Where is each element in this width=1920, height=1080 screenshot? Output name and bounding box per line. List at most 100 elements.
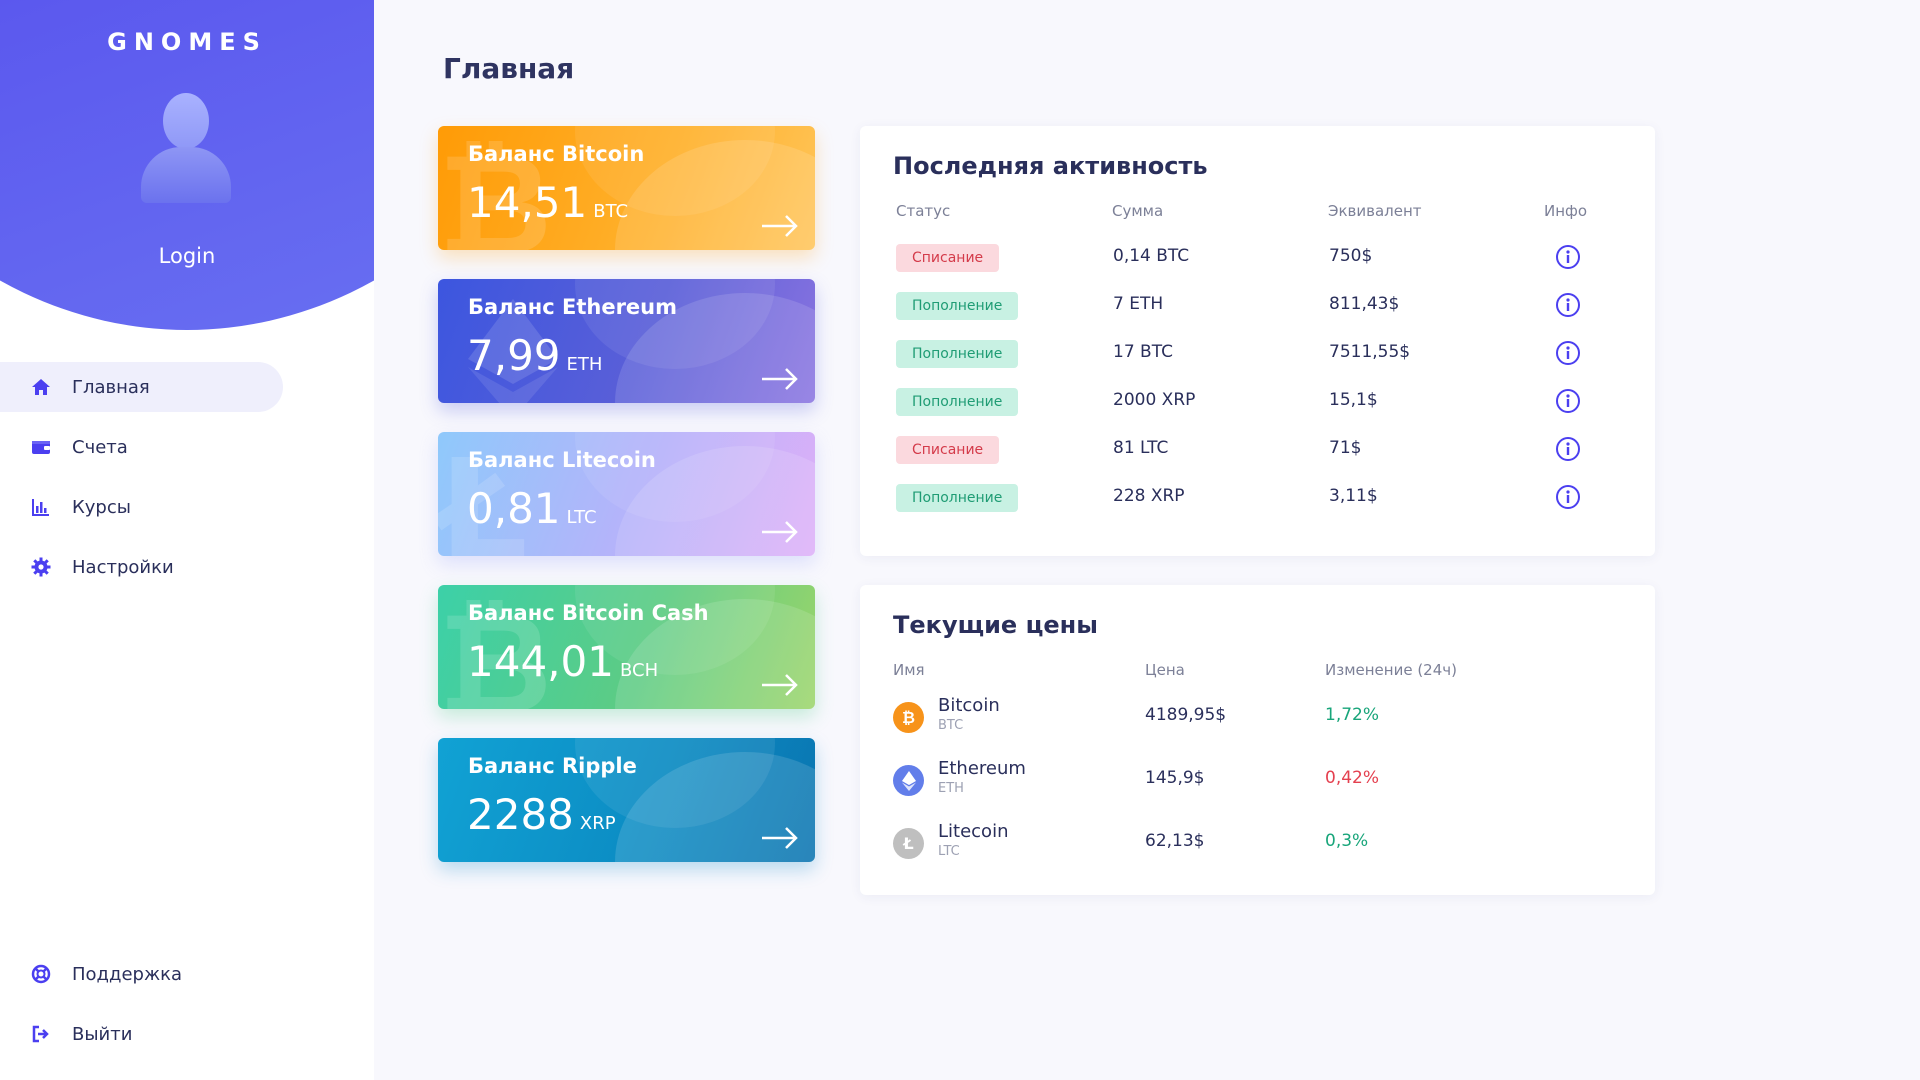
balance-title: Баланс Bitcoin Cash — [468, 601, 709, 625]
coin-code: LTC — [938, 844, 960, 859]
balance-title: Баланс Litecoin — [468, 448, 656, 472]
nav-item-label: Поддержка — [72, 963, 183, 985]
coin-code: BTC — [938, 718, 964, 733]
bitcoin-icon: ₿ — [893, 702, 924, 733]
price-cell: 4189,95$ — [1145, 705, 1227, 725]
ethereum-icon — [893, 765, 924, 796]
column-header-amount: Сумма — [1112, 202, 1164, 220]
equivalent-cell: 750$ — [1329, 246, 1373, 266]
chart-icon — [30, 496, 52, 518]
arrow-right-icon[interactable] — [762, 826, 798, 850]
change-cell: 0,42% — [1325, 768, 1380, 788]
equivalent-cell: 811,43$ — [1329, 294, 1400, 314]
balance-title: Баланс Bitcoin — [468, 142, 645, 166]
current-prices-panel: Текущие цены Имя Цена Изменение (24ч) ₿ … — [860, 585, 1655, 895]
info-icon[interactable] — [1555, 484, 1581, 510]
info-icon[interactable] — [1555, 244, 1581, 270]
activity-row: Пополнение 17 BTC 7511,55$ — [860, 332, 1655, 372]
amount-cell: 0,14 BTC — [1113, 246, 1190, 266]
balance-value: 144,01 BCH — [467, 637, 659, 686]
status-badge: Списание — [896, 244, 1000, 272]
balance-title: Баланс Ripple — [468, 754, 637, 778]
info-icon[interactable] — [1555, 340, 1581, 366]
change-cell: 1,72% — [1325, 705, 1380, 725]
balance-title: Баланс Ethereum — [468, 295, 678, 319]
balance-card-bitcoin[interactable]: ₿ Баланс Bitcoin 14,51 BTC — [438, 126, 815, 250]
balance-value: 14,51 BTC — [467, 178, 629, 227]
info-icon[interactable] — [1555, 292, 1581, 318]
main-nav: Главная Счета Курсы Настройки — [0, 362, 374, 602]
balance-card-litecoin[interactable]: Ł Баланс Litecoin 0,81 LTC — [438, 432, 815, 556]
status-badge: Пополнение — [896, 388, 1019, 416]
info-icon[interactable] — [1555, 436, 1581, 462]
nav-item-label: Главная — [72, 376, 150, 398]
amount-cell: 17 BTC — [1113, 342, 1173, 362]
arrow-right-icon[interactable] — [762, 520, 798, 544]
nav-item-home[interactable]: Главная — [0, 362, 283, 412]
nav-item-logout[interactable]: Выйти — [0, 1009, 374, 1059]
nav-item-settings[interactable]: Настройки — [0, 542, 374, 592]
coin-name: Ethereum — [938, 758, 1026, 779]
amount-cell: 81 LTC — [1113, 438, 1169, 458]
nav-item-label: Курсы — [72, 496, 131, 518]
balance-value: 0,81 LTC — [467, 484, 597, 533]
nav-item-support[interactable]: Поддержка — [0, 949, 374, 999]
price-cell: 145,9$ — [1145, 768, 1205, 788]
arrow-right-icon[interactable] — [762, 214, 798, 238]
equivalent-cell: 71$ — [1329, 438, 1362, 458]
equivalent-cell: 3,11$ — [1329, 486, 1378, 506]
activity-row: Списание 81 LTC 71$ — [860, 428, 1655, 468]
user-login-link[interactable]: Login — [0, 244, 374, 268]
column-header-price: Цена — [1145, 661, 1185, 679]
brand-logo: GNOMES — [107, 28, 267, 56]
sidebar: GNOMES Login Главная Счета Курсы Настрой… — [0, 0, 374, 1080]
column-header-name: Имя — [893, 661, 925, 679]
amount-cell: 7 ETH — [1113, 294, 1164, 314]
arrow-right-icon[interactable] — [762, 673, 798, 697]
equivalent-cell: 7511,55$ — [1329, 342, 1411, 362]
amount-cell: 2000 XRP — [1113, 390, 1196, 410]
activity-row: Пополнение 228 XRP 3,11$ — [860, 476, 1655, 516]
litecoin-icon: Ł — [893, 828, 924, 859]
coin-name: Bitcoin — [938, 695, 1000, 716]
arrow-right-icon[interactable] — [762, 367, 798, 391]
nav-item-label: Настройки — [72, 556, 174, 578]
equivalent-cell: 15,1$ — [1329, 390, 1378, 410]
price-row[interactable]: Ethereum ETH 145,9$ 0,42% — [860, 758, 1655, 802]
coin-name: Litecoin — [938, 821, 1009, 842]
column-header-change: Изменение (24ч) — [1325, 661, 1457, 679]
price-row[interactable]: Ł Litecoin LTC 62,13$ 0,3% — [860, 821, 1655, 865]
amount-cell: 228 XRP — [1113, 486, 1185, 506]
activity-row: Пополнение 2000 XRP 15,1$ — [860, 380, 1655, 420]
balance-card-ripple[interactable]: Баланс Ripple 2288 XRP — [438, 738, 815, 862]
panel-title: Последняя активность — [893, 152, 1208, 180]
column-header-equivalent: Эквивалент — [1328, 202, 1422, 220]
balance-card-bitcoin-cash[interactable]: ₿ Баланс Bitcoin Cash 144,01 BCH — [438, 585, 815, 709]
secondary-nav: Поддержка Выйти — [0, 949, 374, 1069]
home-icon — [30, 376, 52, 398]
nav-item-label: Выйти — [72, 1023, 133, 1045]
balance-value: 7,99 ETH — [467, 331, 603, 380]
status-badge: Пополнение — [896, 292, 1019, 320]
logout-icon — [30, 1023, 52, 1045]
activity-row: Списание 0,14 BTC 750$ — [860, 236, 1655, 276]
price-cell: 62,13$ — [1145, 831, 1205, 851]
balance-value: 2288 XRP — [467, 790, 616, 839]
column-header-status: Статус — [896, 202, 951, 220]
lifebuoy-icon — [30, 963, 52, 985]
status-badge: Списание — [896, 436, 1000, 464]
status-badge: Пополнение — [896, 484, 1019, 512]
info-icon[interactable] — [1555, 388, 1581, 414]
column-header-info: Инфо — [1544, 202, 1588, 220]
activity-row: Пополнение 7 ETH 811,43$ — [860, 284, 1655, 324]
avatar-icon[interactable] — [141, 91, 231, 203]
nav-item-rates[interactable]: Курсы — [0, 482, 374, 532]
panel-title: Текущие цены — [893, 611, 1098, 639]
price-row[interactable]: ₿ Bitcoin BTC 4189,95$ 1,72% — [860, 695, 1655, 739]
change-cell: 0,3% — [1325, 831, 1369, 851]
balance-card-ethereum[interactable]: Баланс Ethereum 7,99 ETH — [438, 279, 815, 403]
page-title: Главная — [443, 52, 575, 85]
wallet-icon — [30, 436, 52, 458]
nav-item-accounts[interactable]: Счета — [0, 422, 374, 472]
status-badge: Пополнение — [896, 340, 1019, 368]
